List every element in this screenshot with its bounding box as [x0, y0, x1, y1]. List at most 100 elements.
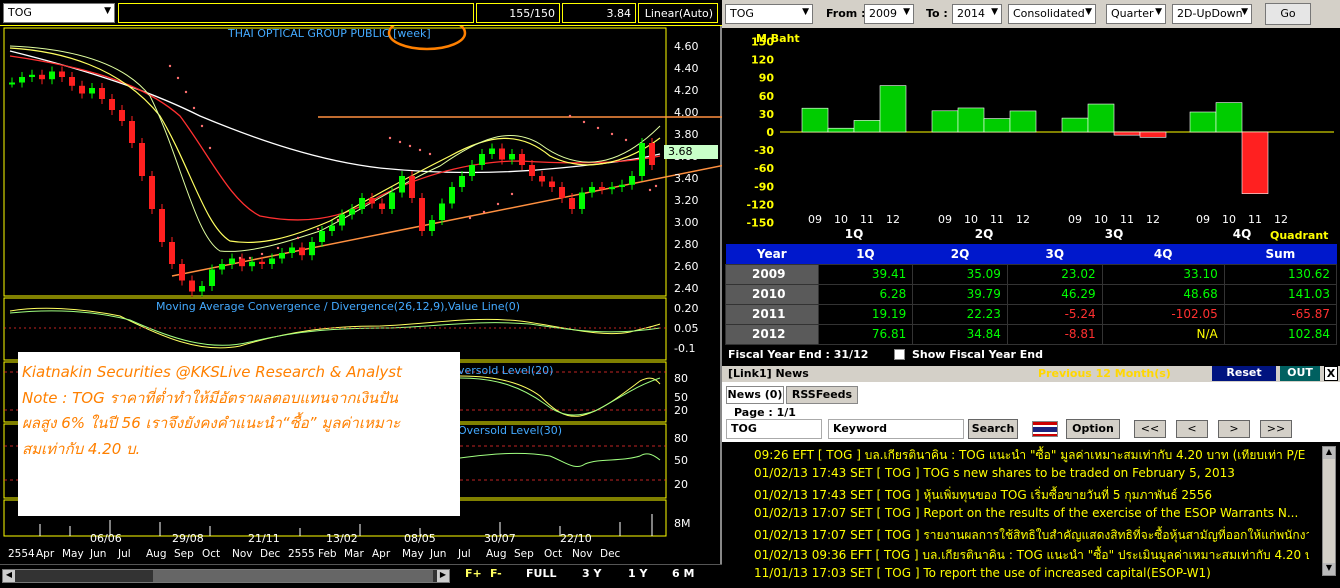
rsi-title: Oversold Level(30) [458, 424, 563, 437]
candle-body [499, 148, 505, 160]
page-indicator: Page : 1/1 [734, 406, 796, 419]
category-label: 11 [860, 213, 874, 226]
bar-3Q-09 [1061, 117, 1089, 133]
month-tick: 2554 [8, 548, 35, 560]
news-item[interactable]: 09:26 EFT [ TOG ] บล.เกียรตินาคิน : TOG … [754, 446, 1309, 465]
from-year-select[interactable]: 2009 ▼ [864, 4, 914, 24]
scroll-right-icon[interactable]: ▶ [437, 570, 449, 582]
chevron-down-icon: ▼ [903, 7, 910, 17]
zoom-in-button[interactable]: F+ [465, 567, 482, 580]
scroll-thumb[interactable] [153, 570, 433, 582]
stoch-tick: 20 [674, 404, 688, 417]
candle-body [489, 148, 495, 154]
y-tick-label: 30 [759, 108, 775, 121]
candle-body [539, 176, 545, 182]
candle-body [129, 121, 135, 143]
financial-pane: TOG ▼ From : 2009 ▼ To : 2014 ▼ Consolidate… [722, 0, 1340, 588]
candle-body [289, 247, 295, 253]
y-tick-label: 0 [766, 126, 774, 139]
category-label: 09 [938, 213, 952, 226]
scroll-up-icon[interactable]: ▲ [1323, 447, 1335, 459]
unit-label: M Baht [756, 32, 800, 45]
consolidation-value: Consolidated [1013, 7, 1085, 20]
scroll-left-icon[interactable]: ◀ [3, 570, 15, 582]
candle-body [399, 176, 405, 193]
tf-6m-button[interactable]: 6 M [672, 567, 694, 580]
category-label: 12 [1016, 213, 1030, 226]
candle-body [149, 176, 155, 209]
candle-body [589, 187, 595, 193]
rsi-tick: 80 [674, 432, 688, 445]
value-cell: -5.24 [1006, 303, 1103, 325]
news-item[interactable]: 11/01/13 17:03 SET [ TOG ] To report the… [754, 566, 1309, 580]
scroll-down-icon[interactable]: ▼ [1323, 563, 1335, 575]
news-scrollbar[interactable]: ▲ ▼ [1322, 446, 1336, 576]
month-tick: 2555 [288, 548, 315, 560]
reset-button[interactable]: Reset [1212, 366, 1276, 381]
scale-mode[interactable]: Linear(Auto) [638, 3, 718, 23]
tab-rss[interactable]: RSSFeeds [786, 386, 858, 404]
macd-title: Moving Average Convergence / Divergence(… [156, 300, 521, 313]
news-symbol-input[interactable]: TOG [726, 419, 822, 439]
candle-body [99, 88, 105, 99]
month-tick: Jul [118, 548, 131, 560]
period-select[interactable]: Quarter ▼ [1106, 4, 1166, 24]
nav-first-button[interactable]: << [1134, 420, 1166, 438]
flag-icon[interactable] [1032, 421, 1058, 437]
tf-3y-button[interactable]: 3 Y [582, 567, 601, 580]
price-tick: 2.80 [674, 238, 699, 251]
option-button[interactable]: Option [1066, 419, 1120, 439]
symbol-select[interactable]: TOG ▼ [3, 3, 115, 23]
chart-style-select[interactable]: 2D-UpDown ▼ [1172, 4, 1252, 24]
tf-1y-button[interactable]: 1 Y [628, 567, 647, 580]
nav-prev-button[interactable]: < [1176, 420, 1208, 438]
bar-2Q-09 [931, 110, 959, 133]
month-tick: Mar [344, 548, 364, 560]
chevron-down-icon: ▼ [802, 7, 809, 17]
bar-1Q-12 [879, 85, 907, 133]
group-label: 3Q [1105, 227, 1124, 241]
y-tick-label: -150 [746, 217, 774, 230]
close-icon[interactable]: X [1324, 366, 1338, 381]
fin-symbol-select[interactable]: TOG ▼ [725, 4, 813, 24]
year-cell: 2012 [725, 323, 819, 345]
value-cell: -65.87 [1223, 303, 1338, 325]
value-cell: 39.41 [817, 263, 914, 285]
search-button[interactable]: Search [968, 419, 1018, 439]
value-cell: 34.84 [912, 323, 1008, 345]
candle-body [359, 198, 365, 209]
year-cell: 2011 [725, 303, 819, 325]
candle-body [419, 198, 425, 231]
horizontal-scrollbar[interactable]: ◀ ▶ [2, 569, 450, 583]
price-tag: 3.68 [664, 145, 718, 159]
news-item[interactable]: 01/02/13 17:07 SET [ TOG ] Report on the… [754, 506, 1309, 520]
to-year-select[interactable]: 2014 ▼ [952, 4, 1002, 24]
table-header: 3Q [1007, 244, 1103, 264]
news-item[interactable]: 01/02/13 17:07 SET [ TOG ] รายงานผลการใช… [754, 526, 1309, 545]
news-item[interactable]: 01/02/13 09:36 EFT [ TOG ] บล.เกียรตินาค… [754, 546, 1309, 565]
category-label: 10 [964, 213, 978, 226]
tab-news[interactable]: News (0) [726, 386, 784, 404]
tf-full-button[interactable]: FULL [526, 567, 556, 580]
candle-body [249, 261, 255, 267]
news-item[interactable]: 01/02/13 17:43 SET [ TOG ] TOG s new sha… [754, 466, 1309, 480]
to-year-value: 2014 [957, 7, 985, 20]
month-tick: May [402, 548, 424, 560]
out-button[interactable]: OUT [1280, 366, 1320, 381]
candle-body [549, 181, 555, 187]
keyword-input[interactable]: Keyword [828, 419, 964, 439]
consolidation-select[interactable]: Consolidated ▼ [1008, 4, 1096, 24]
zoom-out-button[interactable]: F- [490, 567, 502, 580]
candle-body [119, 110, 125, 121]
nav-last-button[interactable]: >> [1260, 420, 1292, 438]
month-tick: Dec [260, 548, 281, 560]
nav-next-button[interactable]: > [1218, 420, 1250, 438]
candle-body [219, 264, 225, 270]
candle-body [629, 176, 635, 185]
price-tick: 3.40 [674, 172, 699, 185]
news-item[interactable]: 01/02/13 17:43 SET [ TOG ] หุ้นเพิ่มทุนข… [754, 486, 1309, 505]
show-fiscal-checkbox[interactable] [894, 349, 905, 360]
go-button[interactable]: Go [1265, 3, 1311, 25]
value-cell: 76.81 [817, 323, 914, 345]
table-header: 2Q [912, 244, 1008, 264]
